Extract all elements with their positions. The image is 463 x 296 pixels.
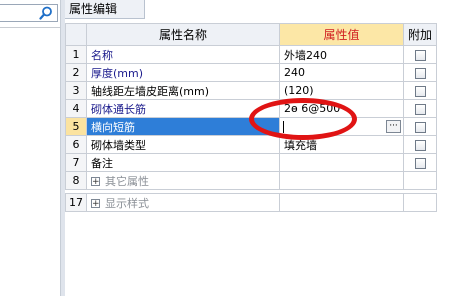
table-row[interactable]: 3 轴线距左墙皮距离(mm) (120) <box>65 81 437 100</box>
row-number: 7 <box>65 153 87 172</box>
checkbox-icon[interactable] <box>414 121 426 133</box>
row-number: 8 <box>65 171 87 190</box>
extra-cell <box>403 99 437 118</box>
extra-cell <box>403 153 437 172</box>
property-name: 备注 <box>86 153 280 172</box>
property-value-field[interactable] <box>279 153 404 172</box>
row-number: 2 <box>65 63 87 82</box>
checkbox-icon[interactable] <box>414 103 426 115</box>
expand-plus-icon[interactable]: + <box>91 177 100 187</box>
row-number: 4 <box>65 99 87 118</box>
extra-cell <box>403 81 437 100</box>
expand-plus-icon[interactable]: + <box>91 199 100 209</box>
property-value-editor[interactable]: ··· <box>279 117 404 136</box>
column-header-name[interactable]: 属性名称 <box>86 23 280 46</box>
extra-cell <box>403 193 437 212</box>
row-number: 6 <box>65 135 87 154</box>
table-row[interactable]: 1 名称 外墙240 <box>65 45 437 64</box>
extra-cell <box>403 117 437 136</box>
search-input[interactable] <box>0 4 58 22</box>
row-number: 5 <box>65 117 87 136</box>
property-name: 厚度(mm) <box>86 63 280 82</box>
property-value-field[interactable]: 填充墙 <box>279 135 404 154</box>
row-number: 17 <box>65 193 87 212</box>
table-row-selected[interactable]: 5 横向短筋 ··· <box>65 117 437 136</box>
checkbox-icon[interactable] <box>414 85 426 97</box>
property-name: 轴线距左墙皮距离(mm) <box>86 81 280 100</box>
extra-cell <box>403 63 437 82</box>
property-value-field[interactable]: 2ɵ 6@500 <box>279 99 404 118</box>
property-name: 名称 <box>86 45 280 64</box>
extra-cell <box>403 45 437 64</box>
checkbox-icon[interactable] <box>414 67 426 79</box>
property-name: 砌体通长筋 <box>86 99 280 118</box>
table-row[interactable]: 6 砌体墙类型 填充墙 <box>65 135 437 154</box>
table-row[interactable]: 7 备注 <box>65 153 437 172</box>
checkbox-icon[interactable] <box>414 157 426 169</box>
ellipsis-button[interactable]: ··· <box>386 120 401 133</box>
table-row[interactable]: 4 砌体通长筋 2ɵ 6@500 <box>65 99 437 118</box>
property-editor-panel: 属性编辑 属性名称 属性值 附加 1 名称 外墙240 2 厚度(mm) 240… <box>65 0 463 296</box>
left-divider <box>0 27 60 28</box>
property-value-field[interactable]: 外墙240 <box>279 45 404 64</box>
group-label: 其它属性 <box>105 174 149 188</box>
checkbox-icon[interactable] <box>414 139 426 151</box>
text-caret <box>283 121 284 133</box>
property-value-field[interactable]: 240 <box>279 63 404 82</box>
header-corner <box>65 23 87 46</box>
property-group-name: + 其它属性 <box>86 171 280 190</box>
column-header-value[interactable]: 属性值 <box>279 23 404 46</box>
row-number: 3 <box>65 81 87 100</box>
extra-cell <box>403 135 437 154</box>
property-name: 横向短筋 <box>86 117 280 136</box>
extra-cell <box>403 171 437 190</box>
property-name: 砌体墙类型 <box>86 135 280 154</box>
property-group-name: + 显示样式 <box>86 193 280 212</box>
panel-title-tab[interactable]: 属性编辑 <box>65 0 145 19</box>
group-label: 显示样式 <box>105 196 149 210</box>
column-header-extra[interactable]: 附加 <box>403 23 437 46</box>
checkbox-icon[interactable] <box>414 49 426 61</box>
property-value-field <box>279 171 404 190</box>
search-icon[interactable] <box>39 6 53 20</box>
grid-header-row: 属性名称 属性值 附加 <box>65 23 437 46</box>
table-row-group[interactable]: 17 + 显示样式 <box>65 193 437 212</box>
table-row-group[interactable]: 8 + 其它属性 <box>65 171 437 190</box>
property-grid: 属性名称 属性值 附加 1 名称 外墙240 2 厚度(mm) 240 3 轴线… <box>65 23 437 212</box>
table-row[interactable]: 2 厚度(mm) 240 <box>65 63 437 82</box>
row-number: 1 <box>65 45 87 64</box>
property-value-field[interactable]: (120) <box>279 81 404 100</box>
left-pane <box>0 0 60 296</box>
property-value-field <box>279 193 404 212</box>
